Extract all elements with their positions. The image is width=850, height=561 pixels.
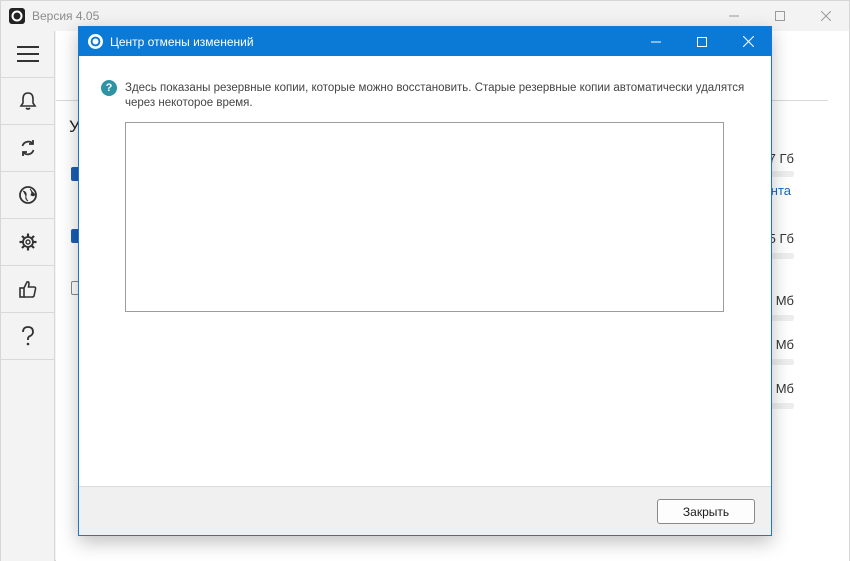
sidebar-item-privacy[interactable] xyxy=(1,172,54,219)
blurred-line xyxy=(772,359,794,365)
sidebar-item-update[interactable] xyxy=(1,125,54,172)
blurred-line xyxy=(772,171,794,177)
close-icon xyxy=(742,36,754,47)
maximize-icon xyxy=(775,11,785,21)
size-value-3: Мб xyxy=(775,293,794,308)
dialog-info-text: Здесь показаны резервные копии, которые … xyxy=(125,82,745,109)
gear-icon xyxy=(19,233,36,251)
bell-icon xyxy=(19,92,36,110)
app-logo-icon xyxy=(9,8,25,24)
main-close-button[interactable] xyxy=(803,1,849,31)
size-value-2: 5 Гб xyxy=(768,231,794,246)
sidebar-item-help[interactable] xyxy=(1,313,54,360)
app-logo-icon xyxy=(88,34,103,49)
hamburger-icon xyxy=(16,46,39,62)
help-icon: ? xyxy=(101,80,117,96)
blurred-line xyxy=(772,253,794,259)
maximize-icon xyxy=(697,36,707,47)
dialog-titlebar: Центр отмены изменений xyxy=(79,27,771,56)
minimize-icon xyxy=(651,41,661,42)
size-value-4: Мб xyxy=(775,337,794,352)
sidebar xyxy=(1,31,55,561)
size-value-5: Мб xyxy=(775,381,794,396)
dialog-close-button[interactable] xyxy=(725,27,771,56)
thumbs-up-icon xyxy=(18,280,36,298)
backup-list[interactable] xyxy=(125,122,724,312)
sidebar-item-settings[interactable] xyxy=(1,219,54,266)
main-window-title: Версия 4.05 xyxy=(32,9,100,23)
sidebar-item-menu[interactable] xyxy=(1,31,54,78)
sidebar-item-notifications[interactable] xyxy=(1,78,54,125)
dialog-minimize-button[interactable] xyxy=(633,27,679,56)
details-link[interactable]: нта xyxy=(771,183,791,198)
size-value-1: 7 Гб xyxy=(768,151,794,166)
refresh-icon xyxy=(21,140,34,156)
dialog-footer: Закрыть xyxy=(79,486,771,535)
undo-center-dialog: Центр отмены изменений ? Здесь показаны … xyxy=(78,26,772,536)
minimize-icon xyxy=(729,15,739,17)
blurred-line xyxy=(772,403,794,409)
dialog-maximize-button[interactable] xyxy=(679,27,725,56)
close-button[interactable]: Закрыть xyxy=(657,499,755,524)
question-icon xyxy=(21,326,34,346)
close-icon xyxy=(821,11,831,21)
globe-icon xyxy=(18,186,37,204)
blurred-line xyxy=(772,315,794,321)
dialog-title: Центр отмены изменений xyxy=(110,35,254,49)
sidebar-item-rate[interactable] xyxy=(1,266,54,313)
